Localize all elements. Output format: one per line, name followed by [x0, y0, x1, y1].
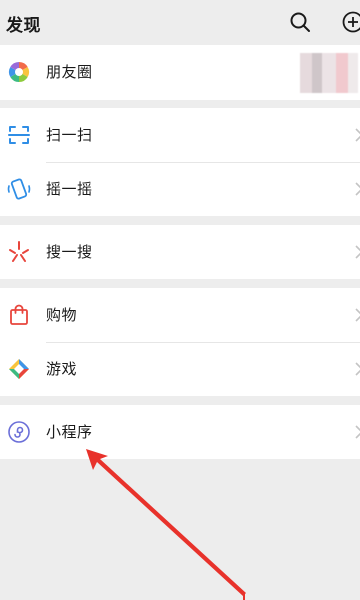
menu-item-shopping[interactable]: 购物 [0, 288, 360, 342]
chevron-right-icon [355, 182, 360, 196]
chevron-right-icon [355, 245, 360, 259]
group-shopping-games: 购物 游戏 [0, 288, 360, 396]
scan-icon [8, 126, 30, 144]
chevron-right-icon [355, 128, 360, 142]
moments-update-thumbnail [300, 53, 358, 93]
chevron-right-icon [355, 425, 360, 439]
chevron-right-icon [355, 308, 360, 322]
menu-item-games[interactable]: 游戏 [0, 342, 360, 396]
group-search: 搜一搜 [0, 225, 360, 279]
search-sparkle-icon [9, 241, 29, 262]
menu-item-label: 朋友圈 [46, 63, 93, 81]
menu-item-label: 游戏 [46, 360, 78, 378]
menu-item-label: 搜一搜 [46, 243, 93, 261]
group-scan-shake: 扫一扫 摇一摇 [0, 108, 360, 216]
menu-item-moments[interactable]: 朋友圈 [0, 45, 360, 99]
game-diamond-icon [9, 359, 29, 379]
shopping-bag-icon [10, 304, 28, 325]
page-title: 发现 [6, 16, 41, 36]
mini-program-icon [8, 421, 30, 443]
search-icon[interactable] [288, 10, 312, 34]
menu-item-shake[interactable]: 摇一摇 [0, 162, 360, 216]
chevron-right-icon [355, 362, 360, 376]
group-mini-programs: 小程序 [0, 405, 360, 459]
shake-icon [7, 178, 31, 200]
menu-item-search[interactable]: 搜一搜 [0, 225, 360, 279]
menu-item-label: 扫一扫 [46, 126, 93, 144]
plus-circle-icon[interactable] [341, 10, 360, 34]
menu-item-label: 摇一摇 [46, 180, 93, 198]
menu-item-label: 购物 [46, 306, 78, 324]
moments-aperture-icon [8, 61, 30, 83]
group-moments: 朋友圈 [0, 45, 360, 100]
menu-item-mini-programs[interactable]: 小程序 [0, 405, 360, 459]
top-bar: 发现 [0, 0, 360, 45]
menu-item-scan[interactable]: 扫一扫 [0, 108, 360, 162]
menu-item-label: 小程序 [46, 423, 93, 441]
